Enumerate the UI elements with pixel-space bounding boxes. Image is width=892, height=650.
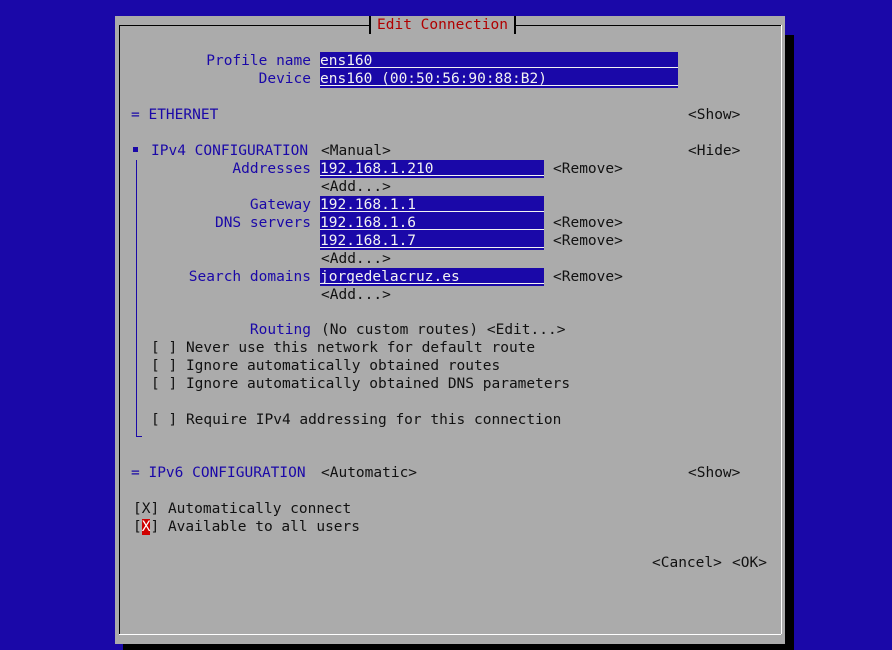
dns-server-remove-button[interactable]: <Remove> <box>553 232 623 250</box>
ipv4-group-line <box>136 436 142 437</box>
ipv6-show-button[interactable]: <Show> <box>688 464 740 482</box>
ipv6-section-header: = IPv6 CONFIGURATION <box>131 465 306 481</box>
ethernet-show-button[interactable]: <Show> <box>688 106 740 124</box>
checkbox-auto-connect[interactable]: [X] Automatically connect <box>133 500 351 518</box>
checkbox-mark: [ ] <box>151 358 178 374</box>
address-add-button[interactable]: <Add...> <box>321 178 391 196</box>
checkbox-label: Automatically connect <box>167 501 352 517</box>
addresses-label: Addresses <box>232 161 311 177</box>
ipv6-mode-dropdown[interactable]: <Automatic> <box>321 464 417 482</box>
ipv4-hide-button[interactable]: <Hide> <box>688 142 740 160</box>
checkbox-label: Never use this network for default route <box>185 340 536 356</box>
checkbox-mark: [ ] <box>151 412 178 428</box>
checkbox-bracket: ] <box>150 519 160 535</box>
dialog-frame <box>781 25 782 634</box>
checkbox-mark: [X] <box>133 501 160 517</box>
search-domain-add-button[interactable]: <Add...> <box>321 286 391 304</box>
ipv4-section-bullet-icon <box>133 147 138 152</box>
dns-server-input[interactable]: 192.168.1.6 <box>320 214 544 232</box>
checkbox-mark: [ ] <box>151 376 178 392</box>
checkbox-all-users[interactable]: [X] Available to all users <box>133 518 360 536</box>
checkbox-require-ipv4[interactable]: [ ] Require IPv4 addressing for this con… <box>151 411 561 429</box>
checkbox-never-default-route[interactable]: [ ] Never use this network for default r… <box>151 339 535 357</box>
gateway-label: Gateway <box>249 197 311 213</box>
cancel-button[interactable]: <Cancel> <box>652 554 722 572</box>
profile-name-input[interactable]: ens160 <box>320 52 678 70</box>
ipv4-mode-dropdown[interactable]: <Manual> <box>321 142 391 160</box>
routing-label: Routing <box>249 322 311 338</box>
gateway-input[interactable]: 192.168.1.1 <box>320 196 544 214</box>
device-label: Device <box>258 71 311 87</box>
dns-server-remove-button[interactable]: <Remove> <box>553 214 623 232</box>
dialog-frame <box>119 25 120 634</box>
search-domain-input[interactable]: jorgedelacruz.es <box>320 268 544 286</box>
address-input[interactable]: 192.168.1.210 <box>320 160 544 178</box>
dns-server-add-button[interactable]: <Add...> <box>321 250 391 268</box>
search-domain-remove-button[interactable]: <Remove> <box>553 268 623 286</box>
address-remove-button[interactable]: <Remove> <box>553 160 623 178</box>
ipv4-section-header: IPv4 CONFIGURATION <box>151 143 309 159</box>
ethernet-section-header: = ETHERNET <box>131 107 219 123</box>
checkbox-ignore-routes[interactable]: [ ] Ignore automatically obtained routes <box>151 357 500 375</box>
checkbox-mark: [ ] <box>151 340 178 356</box>
routing-edit-button[interactable]: (No custom routes) <Edit...> <box>321 321 565 339</box>
checkbox-label: Available to all users <box>167 519 360 535</box>
checkbox-bracket: [ <box>133 519 142 535</box>
device-input[interactable]: ens160 (00:50:56:90:88:B2) <box>320 70 678 88</box>
ok-button[interactable]: <OK> <box>732 554 767 572</box>
profile-name-label: Profile name <box>206 53 311 69</box>
checkbox-label: Ignore automatically obtained routes <box>185 358 501 374</box>
search-domains-label: Search domains <box>188 269 311 285</box>
dialog-title: Edit Connection <box>369 16 516 34</box>
dialog-frame <box>119 634 781 635</box>
dns-server-input[interactable]: 192.168.1.7 <box>320 232 544 250</box>
dns-servers-label: DNS servers <box>214 215 311 231</box>
checkbox-ignore-dns[interactable]: [ ] Ignore automatically obtained DNS pa… <box>151 375 570 393</box>
ipv4-group-line <box>136 160 137 436</box>
checkbox-label: Ignore automatically obtained DNS parame… <box>185 376 571 392</box>
checkbox-label: Require IPv4 addressing for this connect… <box>185 412 562 428</box>
